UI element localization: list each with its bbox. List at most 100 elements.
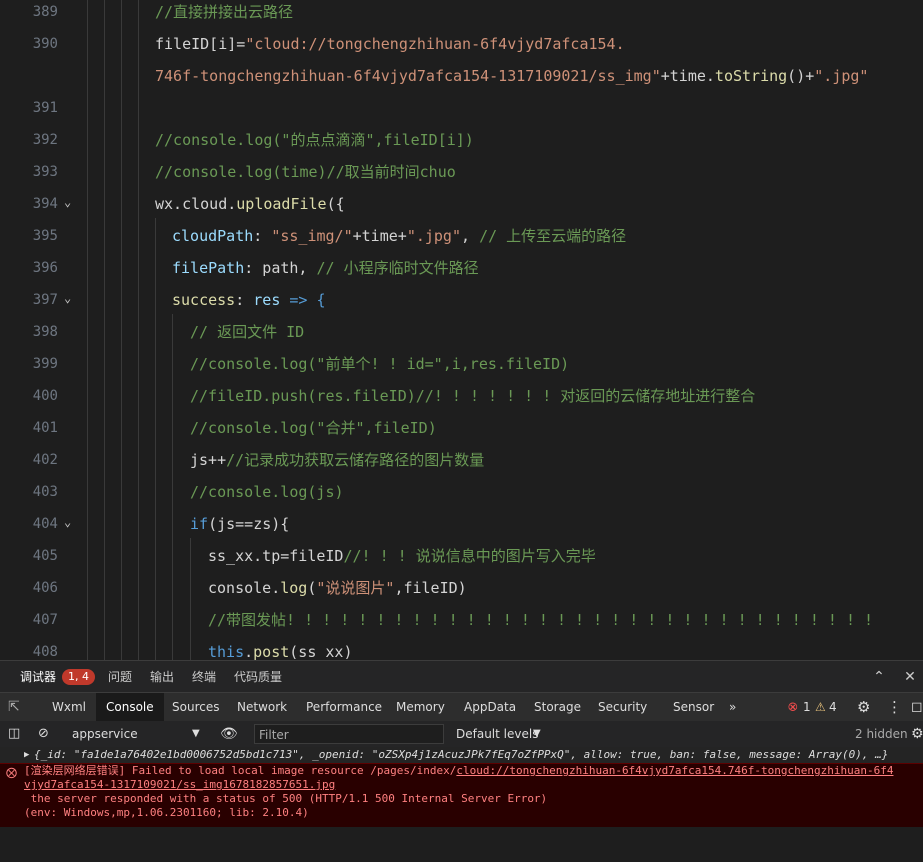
log-levels-select[interactable]: Default levels: [456, 721, 538, 747]
line-number: 407: [32, 612, 58, 628]
code-token: // 返回文件 ID: [190, 323, 305, 341]
code-line[interactable]: 392 //console.log("的点点滴滴",fileID[i]): [0, 124, 923, 156]
tab-terminal[interactable]: 终端: [192, 661, 216, 693]
code-token: (js==zs){: [208, 515, 290, 533]
code-token: //console.log(js): [190, 483, 344, 501]
code-token: this: [208, 643, 245, 660]
line-number: 395: [32, 228, 58, 244]
code-line[interactable]: 393 //console.log(time)//取当前时间chuo: [0, 156, 923, 188]
code-token: //! ! ! 说说信息中的图片写入完毕: [343, 547, 596, 565]
code-line[interactable]: 390 fileID[i]="cloud://tongchengzhihuan-6…: [0, 28, 923, 60]
kebab-menu-icon[interactable]: ⋮: [887, 693, 902, 721]
code-text: //console.log("合并",fileID): [190, 412, 437, 444]
error-icon: ⨂: [6, 766, 17, 779]
expand-arrow-icon[interactable]: ▶: [24, 747, 29, 763]
tab-code-quality[interactable]: 代码质量: [234, 661, 282, 693]
code-token: //console.log("前单个! ! id=",i,res.fileID): [190, 355, 570, 373]
code-line[interactable]: 396 filePath: path, // 小程序临时文件路径: [0, 252, 923, 284]
context-select[interactable]: appservice: [72, 721, 138, 747]
warning-count[interactable]: 4: [829, 693, 837, 721]
line-number: 402: [32, 452, 58, 468]
code-token: //console.log("合并",fileID): [190, 419, 437, 437]
error-icon: ⮿: [788, 700, 798, 714]
clear-console-icon[interactable]: ⊘: [38, 721, 49, 747]
code-text: fileID[i]="cloud://tongchengzhihuan-6f4v…: [155, 28, 625, 60]
code-text: 746f-tongchengzhihuan-6f4vjyd7afca154-13…: [155, 60, 868, 92]
line-number: 390: [32, 36, 58, 52]
error-status-text: the server responded with a status of 50…: [24, 792, 548, 805]
code-line[interactable]: 397 ⌄ success: res => {: [0, 284, 923, 316]
code-token: ({: [326, 195, 345, 213]
code-text: this.post(ss_xx): [208, 636, 353, 660]
code-line[interactable]: 399 //console.log("前单个! ! id=",i,res.file…: [0, 348, 923, 380]
tab-storage[interactable]: Storage: [534, 693, 581, 721]
fold-chevron-icon[interactable]: ⌄: [64, 188, 78, 216]
code-line[interactable]: 398 // 返回文件 ID: [0, 316, 923, 348]
code-line[interactable]: 403 //console.log(js): [0, 476, 923, 508]
more-tabs-icon[interactable]: »: [729, 693, 736, 721]
tab-appdata[interactable]: AppData: [464, 693, 516, 721]
line-number: 404: [32, 516, 58, 532]
line-number: 400: [32, 388, 58, 404]
code-token: ".jpg": [814, 67, 869, 85]
line-number: 405: [32, 548, 58, 564]
code-line[interactable]: 746f-tongchengzhihuan-6f4vjyd7afca154-13…: [0, 60, 923, 92]
console-output: ▶ {_id: "fa1de1a76402e1bd0006752d5bd1c71…: [0, 747, 923, 827]
code-line[interactable]: 405 ss_xx.tp=fileID//! ! ! 说说信息中的图片写入完毕: [0, 540, 923, 572]
tab-performance[interactable]: Performance: [306, 693, 382, 721]
code-line[interactable]: 389 //直接拼接出云路径: [0, 0, 923, 28]
code-token: +time+: [352, 227, 407, 245]
tab-debugger[interactable]: 调试器: [20, 661, 57, 694]
fold-chevron-icon[interactable]: ⌄: [64, 284, 78, 312]
chevron-up-icon[interactable]: ⌃: [869, 667, 889, 687]
tab-problems[interactable]: 问题: [108, 661, 132, 693]
tab-output[interactable]: 输出: [150, 661, 174, 693]
code-line[interactable]: 395 cloudPath: "ss_img/"+time+".jpg", // …: [0, 220, 923, 252]
eye-icon[interactable]: 👁: [220, 721, 238, 747]
code-token: ".jpg": [406, 227, 461, 245]
tab-sensor[interactable]: Sensor: [673, 693, 714, 721]
code-token: wx.cloud.: [155, 195, 237, 213]
line-number: 401: [32, 420, 58, 436]
code-line[interactable]: 401 //console.log("合并",fileID): [0, 412, 923, 444]
gear-icon[interactable]: ⚙: [911, 721, 923, 747]
code-line[interactable]: 394 ⌄ wx.cloud.uploadFile({: [0, 188, 923, 220]
dock-icon[interactable]: ◻: [911, 693, 923, 721]
object-log-line[interactable]: ▶ {_id: "fa1de1a76402e1bd0006752d5bd1c71…: [0, 747, 923, 763]
tab-memory[interactable]: Memory: [396, 693, 445, 721]
tab-sources[interactable]: Sources: [172, 693, 219, 721]
code-token: :: [253, 227, 272, 245]
code-line[interactable]: 404 ⌄ if(js==zs){: [0, 508, 923, 540]
error-resource-link[interactable]: vjyd7afca154-1317109021/ss_img1678182857…: [24, 778, 335, 791]
code-line[interactable]: 407 //带图发帖! ! ! ! ! ! ! ! ! ! ! ! ! ! ! !…: [0, 604, 923, 636]
code-token: ,fileID): [394, 579, 467, 597]
tab-console[interactable]: Console: [96, 693, 164, 721]
code-text: //console.log("前单个! ! id=",i,res.fileID): [190, 348, 569, 380]
inspect-icon[interactable]: ⇱: [8, 693, 20, 721]
code-line[interactable]: 408 this.post(ss_xx): [0, 636, 923, 660]
code-line[interactable]: 391: [0, 92, 923, 124]
code-editor[interactable]: 389 //直接拼接出云路径 390 fileID[i]="cloud://tongc…: [0, 0, 923, 660]
code-line[interactable]: 400 //fileID.push(res.fileID)//! ! ! ! ! …: [0, 380, 923, 412]
tab-network[interactable]: Network: [237, 693, 287, 721]
code-token: //fileID.push(res.fileID)//! ! ! ! ! ! !…: [190, 387, 756, 405]
line-number: 406: [32, 580, 58, 596]
code-token: filePath: [172, 259, 245, 277]
sidebar-toggle-icon[interactable]: ◫: [8, 721, 20, 747]
error-count[interactable]: 1: [803, 693, 811, 721]
console-filterbar: ◫ ⊘ appservice ▼ 👁 Filter Default levels…: [0, 721, 923, 748]
code-token: //带图发帖! ! ! ! ! ! ! ! ! ! ! ! ! ! ! ! ! …: [208, 611, 874, 629]
code-token: // 小程序临时文件路径: [316, 259, 479, 277]
fold-chevron-icon[interactable]: ⌄: [64, 508, 78, 536]
code-line[interactable]: 406 console.log("说说图片",fileID): [0, 572, 923, 604]
line-number: 394: [32, 196, 58, 212]
code-line[interactable]: 402 js++//记录成功获取云储存路径的图片数量: [0, 444, 923, 476]
tab-security[interactable]: Security: [598, 693, 647, 721]
close-icon[interactable]: ✕: [900, 667, 920, 687]
code-text: //console.log(js): [190, 476, 344, 508]
filter-input[interactable]: Filter: [254, 724, 444, 744]
tab-wxml[interactable]: Wxml: [52, 693, 86, 721]
error-resource-link[interactable]: cloud://tongchengzhihuan-6f4vjyd7afca154…: [456, 764, 893, 777]
gear-icon[interactable]: ⚙: [857, 693, 870, 721]
chevron-down-icon: ▼: [533, 728, 541, 739]
